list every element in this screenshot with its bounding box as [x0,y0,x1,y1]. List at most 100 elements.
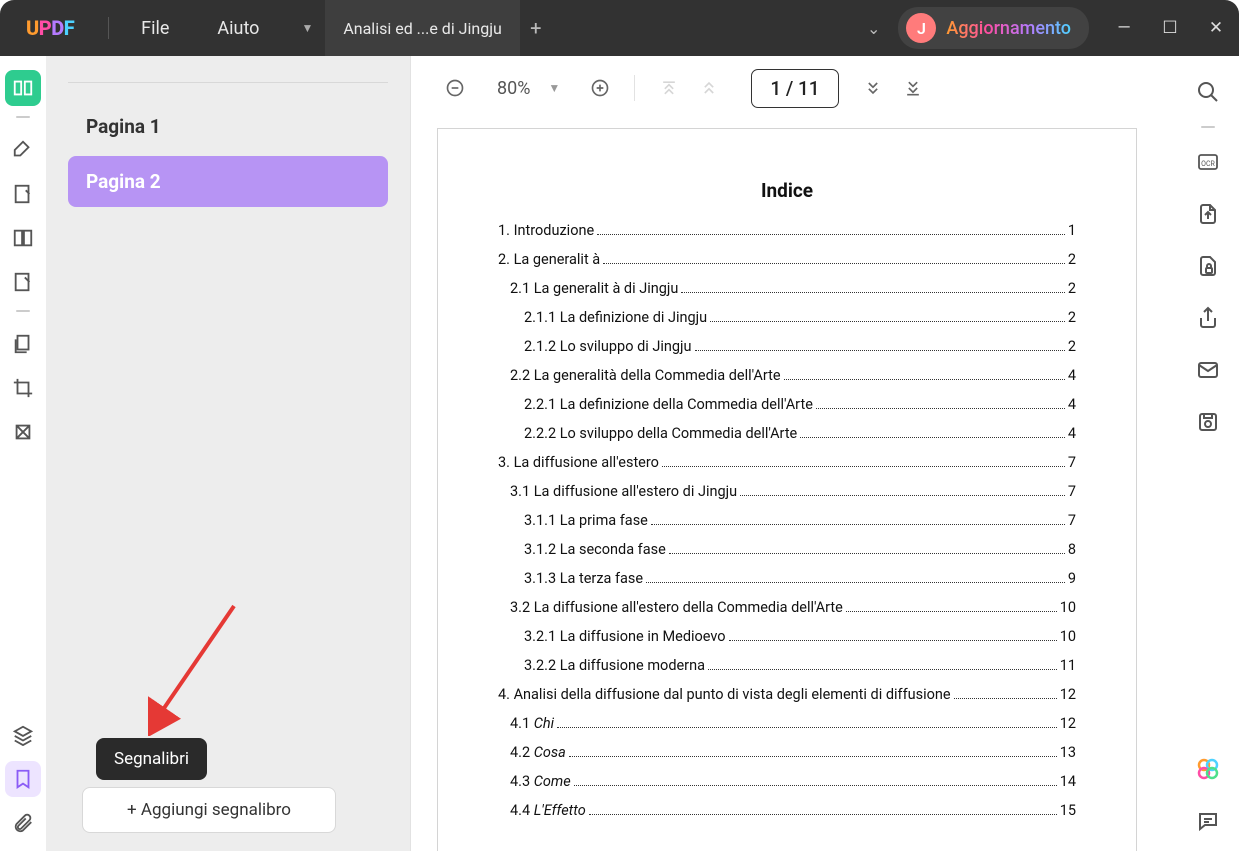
toc-entry: 3.2 La diffusione all'estero della Comme… [510,593,1076,622]
toc-entry: 3.1.1 La prima fase 7 [524,506,1076,535]
chevrons-up-bar-icon [659,78,679,98]
toc-entry: 4.1 Chi 12 [510,709,1076,738]
email-button[interactable] [1190,352,1226,388]
document-toolbar: 80% ▼ 1 / 11 [411,56,1177,120]
layers-icon [12,724,34,746]
tabs-dropdown-icon[interactable]: ⌄ [849,19,898,38]
menu-file[interactable]: File [117,18,193,39]
divider [68,82,388,83]
last-page-button[interactable] [893,68,933,108]
attachments-button[interactable] [5,805,41,841]
ai-color-icon [1196,757,1220,781]
first-page-button[interactable] [649,68,689,108]
toc-entry: 2. La generalit à 2 [498,245,1076,274]
copy-pages-icon [12,333,34,355]
tab-title: Analisi ed ...e di Jingju [343,19,502,38]
save-button[interactable] [1190,404,1226,440]
toc-entry: 3.2.1 La diffusione in Medioevo 10 [524,622,1076,651]
ai-assistant-button[interactable] [1190,751,1226,787]
bookmark-item[interactable]: Pagina 1 [68,101,388,152]
toc-entry: 4.3 Come 14 [510,767,1076,796]
document-area: 80% ▼ 1 / 11 Indice 1. Int [411,56,1177,851]
toc-entry: 3.1 La diffusione all'estero di Jingju 7 [510,477,1076,506]
crop-icon [12,377,34,399]
toc-entry: 2.2 La generalità della Commedia dell'Ar… [510,361,1076,390]
divider [108,17,109,39]
file-lock-icon [1196,254,1220,278]
zoom-out-button[interactable] [435,68,475,108]
document-viewport[interactable]: Indice 1. Introduzione 12. La generalit … [411,120,1177,851]
plus-circle-icon [590,78,610,98]
window-close-icon[interactable]: ✕ [1193,18,1239,38]
tab-menu-caret[interactable]: ▼ [283,21,325,35]
svg-text:OCR: OCR [1201,160,1215,168]
search-button[interactable] [1190,74,1226,110]
fill-sign-button[interactable] [5,264,41,300]
share-button[interactable] [1190,300,1226,336]
pages-icon [12,227,34,249]
chevrons-down-bar-icon [903,78,923,98]
bookmark-icon [12,768,34,790]
page-indicator[interactable]: 1 / 11 [751,69,838,108]
bookmarks-panel: Pagina 1Pagina 2 + Aggiungi segnalibro [46,56,411,851]
chevrons-down-icon [863,78,883,98]
toc-entry: 3.1.2 La seconda fase 8 [524,535,1076,564]
crop-tool-button[interactable] [5,370,41,406]
comment-button[interactable] [1190,803,1226,839]
add-tab-button[interactable]: + [520,16,552,40]
prev-page-button[interactable] [689,68,729,108]
divider [1201,126,1215,128]
toc-entry: 4.2 Cosa 13 [510,738,1076,767]
toc-entry: 2.2.2 Lo sviluppo della Commedia dell'Ar… [524,419,1076,448]
divider [16,116,30,118]
paperclip-icon [12,812,34,834]
mail-icon [1196,358,1220,382]
window-maximize-icon[interactable]: ☐ [1147,18,1193,38]
toc-entry: 2.1 La generalit à di Jingju 2 [510,274,1076,303]
book-open-icon [12,77,34,99]
organize-pages-button[interactable] [5,220,41,256]
toc-entry: 4.4 L'Effetto 15 [510,796,1076,825]
bookmark-item[interactable]: Pagina 2 [68,156,388,207]
user-avatar: J [906,13,936,43]
update-button[interactable]: J Aggiornamento [898,7,1089,49]
layers-button[interactable] [5,717,41,753]
minus-circle-icon [445,78,465,98]
next-page-button[interactable] [853,68,893,108]
edit-page-icon [12,183,34,205]
toc-entry: 1. Introduzione 1 [498,216,1076,245]
divider [634,75,635,101]
zoom-in-button[interactable] [580,68,620,108]
ocr-button[interactable]: OCR [1190,144,1226,180]
convert-button[interactable] [1190,196,1226,232]
left-tool-rail [0,56,46,851]
ocr-icon: OCR [1196,150,1220,174]
reader-mode-button[interactable] [5,70,41,106]
right-tool-rail: OCR [1177,56,1239,851]
toc-title: Indice [498,179,1076,202]
add-bookmark-button[interactable]: + Aggiungi segnalibro [82,787,336,833]
menu-help[interactable]: Aiuto [193,18,283,39]
bookmarks-button[interactable] [5,761,41,797]
protect-button[interactable] [1190,248,1226,284]
save-icon [1196,410,1220,434]
redact-tool-button[interactable] [5,414,41,450]
sign-icon [12,271,34,293]
zoom-level[interactable]: 80% [475,78,548,99]
titlebar: UPDF File Aiuto ▼ Analisi ed ...e di Jin… [0,0,1239,56]
toc-entry: 2.2.1 La definizione della Commedia dell… [524,390,1076,419]
file-convert-icon [1196,202,1220,226]
window-minimize-icon[interactable]: — [1101,18,1147,38]
highlighter-icon [12,139,34,161]
chevrons-up-icon [699,78,719,98]
zoom-dropdown-caret[interactable]: ▼ [548,81,580,95]
highlight-tool-button[interactable] [5,132,41,168]
toc-entry: 4. Analisi della diffusione dal punto di… [498,680,1076,709]
edit-tool-button[interactable] [5,176,41,212]
pages-panel-button[interactable] [5,326,41,362]
document-tab[interactable]: Analisi ed ...e di Jingju [325,0,520,56]
app-logo: UPDF [0,16,100,40]
toc-entry: 2.1.1 La definizione di Jingju 2 [524,303,1076,332]
toc-entry: 3.2.2 La diffusione moderna 11 [524,651,1076,680]
toc-entry: 2.1.2 Lo sviluppo di Jingju 2 [524,332,1076,361]
